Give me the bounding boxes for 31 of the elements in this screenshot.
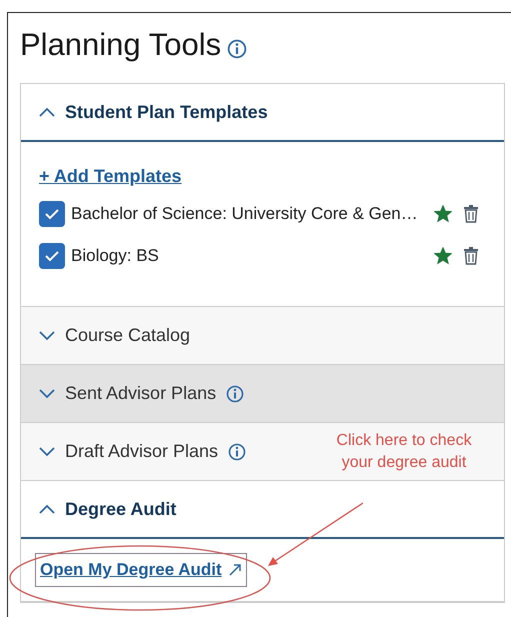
page-title: Planning Tools (20, 27, 222, 63)
section-title: Student Plan Templates (65, 102, 268, 122)
section-title: Course Catalog (65, 325, 190, 346)
section-title: Draft Advisor Plans (65, 441, 218, 462)
checkbox[interactable] (39, 201, 65, 227)
checkbox[interactable] (39, 243, 65, 269)
external-link-icon (228, 563, 242, 577)
section-title: Degree Audit (65, 498, 176, 520)
template-name: Biology: BS (71, 246, 160, 266)
checkmark-icon (44, 208, 60, 220)
annotation-note: Click here to check your degree audit (335, 430, 473, 472)
accordion-header[interactable]: Course Catalog (21, 307, 504, 365)
accordion-header[interactable]: Draft Advisor Plans Click here to check your degree audit (21, 423, 504, 481)
degree-audit-link[interactable]: Open My Degree Audit (35, 553, 247, 587)
star-icon[interactable] (434, 205, 452, 223)
chevron-down-icon (39, 388, 55, 398)
accordion-header[interactable]: Sent Advisor Plans (21, 365, 504, 423)
add-templates-link[interactable]: + Add Templates (39, 166, 182, 186)
chevron-down-icon (39, 330, 55, 340)
template-name: Bachelor of Science: University Core & Gen… (71, 204, 419, 224)
trash-icon[interactable] (464, 205, 478, 223)
info-icon[interactable] (227, 39, 248, 59)
info-icon[interactable] (228, 442, 246, 460)
checkmark-icon (44, 250, 60, 262)
chevron-up-icon (39, 107, 55, 117)
chevron-down-icon (39, 446, 55, 456)
chevron-up-icon (39, 504, 55, 514)
star-icon[interactable] (434, 247, 452, 265)
info-icon[interactable] (226, 384, 244, 402)
section-title: Sent Advisor Plans (65, 383, 216, 404)
trash-icon[interactable] (464, 247, 478, 265)
